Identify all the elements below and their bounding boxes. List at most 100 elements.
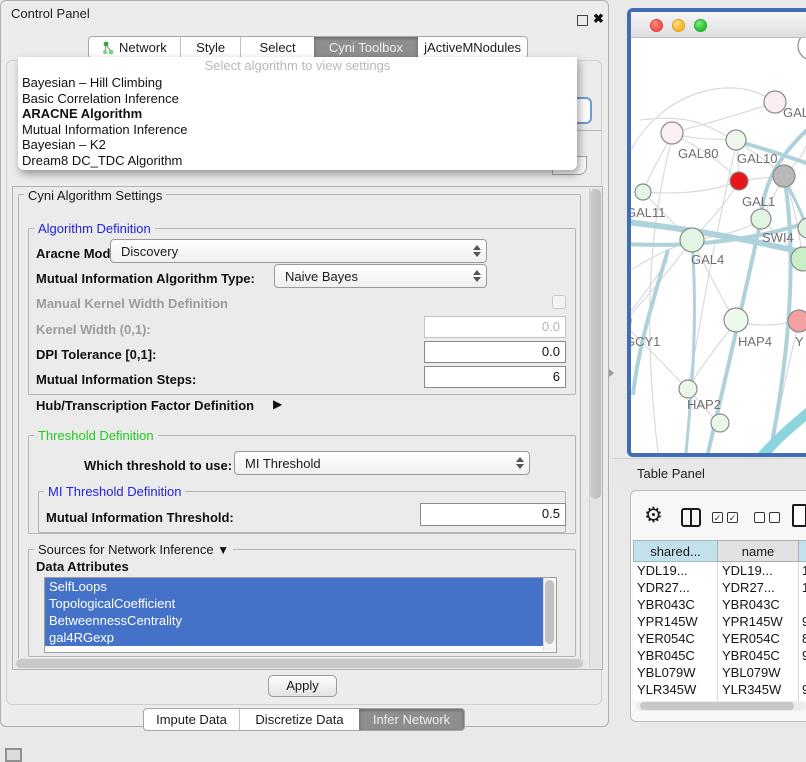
tab-impute-data[interactable]: Impute Data (144, 709, 239, 730)
column-header-shared-name[interactable]: shared... (633, 540, 718, 562)
settings-vscrollbar-thumb[interactable] (590, 189, 601, 499)
network-edge (643, 182, 737, 193)
select-all-icon[interactable]: ✓ ✓ (712, 512, 738, 523)
network-edge (762, 412, 806, 453)
which-threshold-label: Which threshold to use: (84, 458, 232, 473)
data-attribute-item[interactable]: gal4RGexp (45, 629, 543, 646)
manual-kernel-checkbox[interactable] (552, 295, 566, 309)
network-node[interactable] (635, 184, 651, 200)
table-panel-title: Table Panel (637, 466, 705, 481)
network-edge (631, 240, 692, 320)
list-vscrollbar-thumb[interactable] (545, 580, 554, 644)
network-node[interactable] (773, 165, 795, 187)
column-header-name[interactable]: name (718, 540, 799, 562)
network-node-label: HAP4 (738, 334, 772, 349)
network-node[interactable] (751, 209, 771, 229)
column-selector-icon[interactable] (681, 508, 701, 527)
tab-style[interactable]: Style (180, 37, 241, 58)
close-window-button[interactable] (650, 19, 663, 32)
table-row[interactable]: YPR145W YPR145W 9. (633, 613, 806, 630)
cell-shared-name: YBR043C (633, 596, 718, 613)
network-node-label: Y (795, 334, 804, 349)
mi-threshold-label: Mutual Information Threshold: (46, 510, 234, 525)
network-node[interactable] (724, 308, 748, 332)
tab-discretize-data[interactable]: Discretize Data (239, 709, 359, 730)
minimized-panel-icon[interactable] (5, 748, 22, 762)
network-node-label: SWI4 (762, 230, 794, 245)
tab-label: Network (119, 40, 167, 55)
tab-select[interactable]: Select (240, 37, 313, 58)
cell-name: YLR345W (718, 681, 799, 698)
algorithm-option[interactable]: ARACNE Algorithm (18, 106, 577, 122)
column-header-extra[interactable] (799, 540, 806, 562)
network-node[interactable] (726, 130, 746, 150)
table-row[interactable]: YBL079W YBL079W (633, 664, 806, 681)
float-window-icon[interactable] (577, 15, 588, 26)
network-node[interactable] (798, 38, 806, 60)
tab-infer-network[interactable]: Infer Network (359, 709, 464, 730)
algorithm-dropdown-list: Select algorithm to view settings Bayesi… (18, 57, 577, 170)
table-hscrollbar-thumb[interactable] (640, 702, 794, 710)
aracne-mode-select[interactable]: Discovery (110, 239, 487, 263)
cell-name: YPR145W (718, 613, 799, 630)
unchecked-box-icon (769, 512, 780, 523)
settings-gear-icon[interactable]: ⚙ (644, 504, 663, 528)
table-row[interactable]: YDR27... YDR27... 12 (633, 579, 806, 596)
network-node[interactable] (661, 122, 683, 144)
attribute-items: SelfLoops TopologicalCoefficient Between… (45, 578, 556, 646)
table-row[interactable]: YLR345W YLR345W 9. (633, 681, 806, 698)
cell-name: YBR043C (718, 596, 799, 613)
export-table-icon[interactable] (792, 504, 806, 527)
cell-extra: 13 (799, 562, 806, 579)
mi-threshold-input[interactable]: 0.5 (420, 503, 566, 526)
network-node-label: GAL80 (678, 146, 718, 161)
network-node[interactable] (730, 172, 748, 190)
network-window-titlebar[interactable] (631, 12, 806, 38)
splitter-handle[interactable] (609, 369, 614, 377)
algorithm-option[interactable]: Bayesian – K2 (18, 137, 577, 153)
mi-steps-input[interactable]: 6 (424, 366, 566, 388)
settings-hscrollbar-thumb[interactable] (16, 659, 583, 668)
apply-button[interactable]: Apply (268, 675, 337, 697)
close-icon[interactable]: ✖ (593, 11, 604, 27)
tab-network[interactable]: Network (89, 37, 180, 58)
network-node[interactable] (711, 414, 729, 432)
deselect-all-icon[interactable] (754, 512, 780, 523)
tab-label: Style (196, 40, 225, 55)
cyni-bottom-tabbar: Impute Data Discretize Data Infer Networ… (143, 708, 465, 731)
mi-algorithm-type-select[interactable]: Naive Bayes (274, 264, 487, 288)
algorithm-option[interactable]: Basic Correlation Inference (18, 91, 577, 107)
stepper-arrows-icon (511, 457, 529, 469)
tab-jactivemnodules[interactable]: jActiveMNodules (418, 37, 527, 58)
algorithm-option[interactable]: Bayesian – Hill Climbing (18, 75, 577, 91)
data-attribute-item[interactable]: BetweennessCentrality (45, 612, 543, 629)
table-row[interactable]: YDL19... YDL19... 13 (633, 562, 806, 579)
network-canvas[interactable]: GALGAL80GAL10GAL11GAL1GAL4SWI4GCY1HAP4YH… (631, 38, 806, 453)
table-rows: YDL19... YDL19... 13 YDR27... YDR27... 1… (633, 562, 806, 701)
group-title: MI Threshold Definition (44, 484, 185, 499)
data-attribute-item[interactable]: SelfLoops (45, 578, 543, 595)
minimize-window-button[interactable] (672, 19, 685, 32)
expand-arrow-icon[interactable]: ▶ (273, 397, 282, 411)
cell-name: YER054C (718, 630, 799, 647)
cell-name: YDL19... (718, 562, 799, 579)
data-attributes-list: SelfLoops TopologicalCoefficient Between… (44, 577, 557, 653)
table-row[interactable]: YBR043C YBR043C (633, 596, 806, 613)
collapse-arrow-icon[interactable]: ▼ (217, 543, 229, 557)
which-threshold-select[interactable]: MI Threshold (234, 451, 530, 475)
tab-cyni-toolbox[interactable]: Cyni Toolbox (314, 37, 418, 58)
algorithm-option[interactable]: Mutual Information Inference (18, 122, 577, 138)
dpi-tolerance-input[interactable]: 0.0 (424, 341, 566, 363)
zoom-window-button[interactable] (694, 19, 707, 32)
network-node[interactable] (680, 228, 704, 252)
network-node-label: HAP2 (687, 397, 721, 412)
table-row[interactable]: YER054C YER054C 8. (633, 630, 806, 647)
data-attribute-item[interactable]: TopologicalCoefficient (45, 595, 543, 612)
algorithm-option[interactable]: Dream8 DC_TDC Algorithm (18, 153, 577, 169)
network-node[interactable] (788, 310, 806, 332)
table-row[interactable]: YBR045C YBR045C 9. (633, 647, 806, 664)
network-node[interactable] (679, 380, 697, 398)
stepper-arrows-icon (468, 245, 486, 257)
selected-value: MI Threshold (245, 456, 511, 471)
kernel-width-input[interactable]: 0.0 (424, 316, 566, 338)
